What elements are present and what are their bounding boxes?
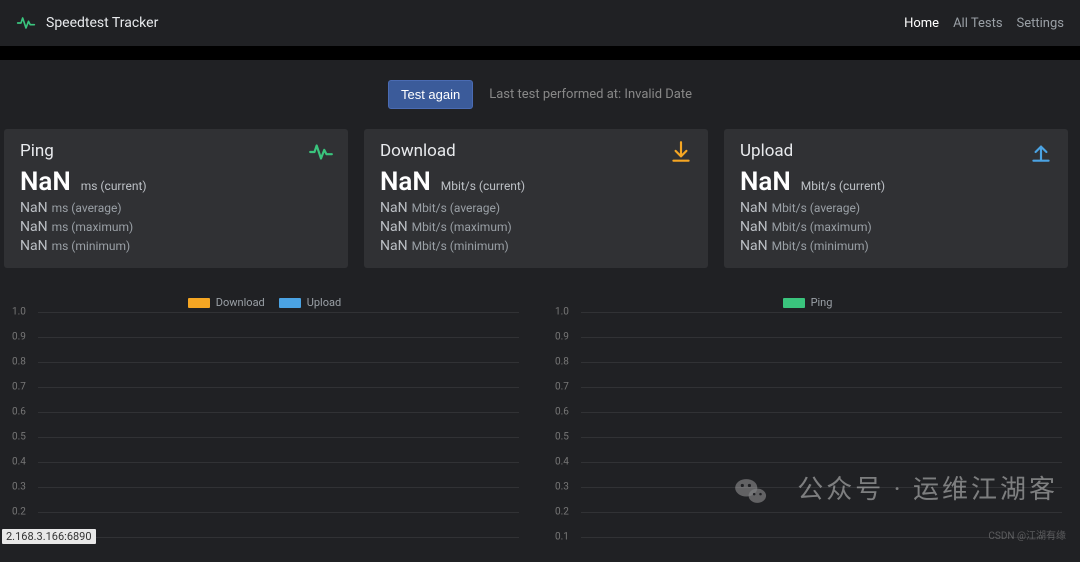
ping-current-unit: ms (current) [81, 179, 147, 193]
legend-download: Download [188, 296, 265, 309]
gridline [581, 387, 1062, 388]
ping-min-unit: ms (minimum) [52, 239, 131, 253]
chart-throughput-legend: Download Upload [4, 282, 525, 309]
gridline [38, 312, 519, 313]
gridline [38, 337, 519, 338]
upload-avg-unit: Mbit/s (average) [772, 201, 860, 215]
legend-ping: Ping [783, 296, 833, 309]
watermark-csdn: CSDN @江湖有缘 [988, 527, 1066, 542]
card-download-title: Download [380, 141, 692, 161]
gridline [38, 462, 519, 463]
y-tick-label: 0.1 [555, 532, 569, 543]
upload-max-unit: Mbit/s (maximum) [772, 220, 872, 234]
pulse-icon [308, 139, 334, 165]
top-nav: Speedtest Tracker Home All Tests Setting… [0, 0, 1080, 46]
charts-row: Download Upload 1.00.90.80.70.60.50.40.3… [0, 282, 1080, 562]
nav-divider [0, 46, 1080, 60]
chart-ping-plot: 1.00.90.80.70.60.50.40.30.20.1 [581, 312, 1062, 562]
card-ping-title: Ping [20, 141, 332, 161]
download-icon [668, 139, 694, 165]
upload-avg-value: NaN [740, 200, 768, 216]
card-upload: Upload NaN Mbit/s (current) NaN Mbit/s (a… [724, 129, 1068, 268]
action-row: Test again Last test performed at: Inval… [0, 80, 1080, 109]
test-again-button[interactable]: Test again [388, 80, 473, 109]
download-max-value: NaN [380, 219, 408, 235]
card-upload-title: Upload [740, 141, 1052, 161]
download-current-value: NaN [380, 167, 431, 197]
nav-home[interactable]: Home [904, 16, 939, 31]
watermark-brand: 公众号 · 运维江湖客 [797, 469, 1058, 506]
last-test-label: Last test performed at: Invalid Date [489, 87, 692, 102]
download-avg-value: NaN [380, 200, 408, 216]
upload-icon [1028, 139, 1054, 165]
y-tick-label: 0.3 [555, 482, 569, 493]
upload-min-unit: Mbit/s (minimum) [772, 239, 869, 253]
y-tick-label: 0.7 [12, 382, 26, 393]
wechat-icon [732, 472, 770, 510]
gridline [38, 487, 519, 488]
y-tick-label: 0.6 [12, 407, 26, 418]
y-tick-label: 0.6 [555, 407, 569, 418]
gridline [38, 412, 519, 413]
upload-max-value: NaN [740, 219, 768, 235]
y-tick-label: 0.3 [12, 482, 26, 493]
status-address-pill: 2.168.3.166:6890 [2, 529, 96, 544]
gridline [38, 362, 519, 363]
stat-cards: Ping NaN ms (current) NaN ms (average) Na… [0, 129, 1080, 282]
gridline [581, 512, 1062, 513]
download-min-value: NaN [380, 238, 408, 254]
gridline [581, 412, 1062, 413]
nav-all-tests[interactable]: All Tests [953, 16, 1002, 31]
ping-avg-unit: ms (average) [52, 201, 122, 215]
ping-min-value: NaN [20, 238, 48, 254]
gridline [581, 437, 1062, 438]
download-current-unit: Mbit/s (current) [441, 179, 525, 193]
y-tick-label: 0.2 [555, 507, 569, 518]
chart-ping-legend: Ping [547, 282, 1068, 309]
chart-throughput-plot: 1.00.90.80.70.60.50.40.30.20.1 [38, 312, 519, 562]
gridline [38, 437, 519, 438]
y-tick-label: 0.5 [12, 432, 26, 443]
y-tick-label: 0.7 [555, 382, 569, 393]
card-download: Download NaN Mbit/s (current) NaN Mbit/s … [364, 129, 708, 268]
gridline [38, 512, 519, 513]
y-tick-label: 0.8 [555, 357, 569, 368]
y-tick-label: 0.5 [555, 432, 569, 443]
download-min-unit: Mbit/s (minimum) [412, 239, 509, 253]
gridline [38, 537, 519, 538]
app-title: Speedtest Tracker [46, 15, 158, 31]
y-tick-label: 1.0 [12, 307, 26, 318]
gridline [581, 362, 1062, 363]
gridline [581, 462, 1062, 463]
gridline [581, 337, 1062, 338]
ping-max-unit: ms (maximum) [52, 220, 134, 234]
y-tick-label: 0.9 [12, 332, 26, 343]
pulse-logo-icon [16, 13, 36, 33]
y-tick-label: 0.8 [12, 357, 26, 368]
y-tick-label: 0.4 [12, 457, 26, 468]
ping-current-value: NaN [20, 167, 71, 197]
upload-current-value: NaN [740, 167, 791, 197]
download-avg-unit: Mbit/s (average) [412, 201, 500, 215]
chart-ping: Ping 1.00.90.80.70.60.50.40.30.20.1 [547, 282, 1068, 562]
legend-upload: Upload [279, 296, 341, 309]
gridline [38, 387, 519, 388]
download-max-unit: Mbit/s (maximum) [412, 220, 512, 234]
card-ping: Ping NaN ms (current) NaN ms (average) Na… [4, 129, 348, 268]
nav-settings[interactable]: Settings [1017, 16, 1064, 31]
ping-max-value: NaN [20, 219, 48, 235]
y-tick-label: 0.2 [12, 507, 26, 518]
ping-avg-value: NaN [20, 200, 48, 216]
upload-min-value: NaN [740, 238, 768, 254]
gridline [581, 312, 1062, 313]
y-tick-label: 0.9 [555, 332, 569, 343]
upload-current-unit: Mbit/s (current) [801, 179, 885, 193]
y-tick-label: 1.0 [555, 307, 569, 318]
chart-throughput: Download Upload 1.00.90.80.70.60.50.40.3… [4, 282, 525, 562]
y-tick-label: 0.4 [555, 457, 569, 468]
